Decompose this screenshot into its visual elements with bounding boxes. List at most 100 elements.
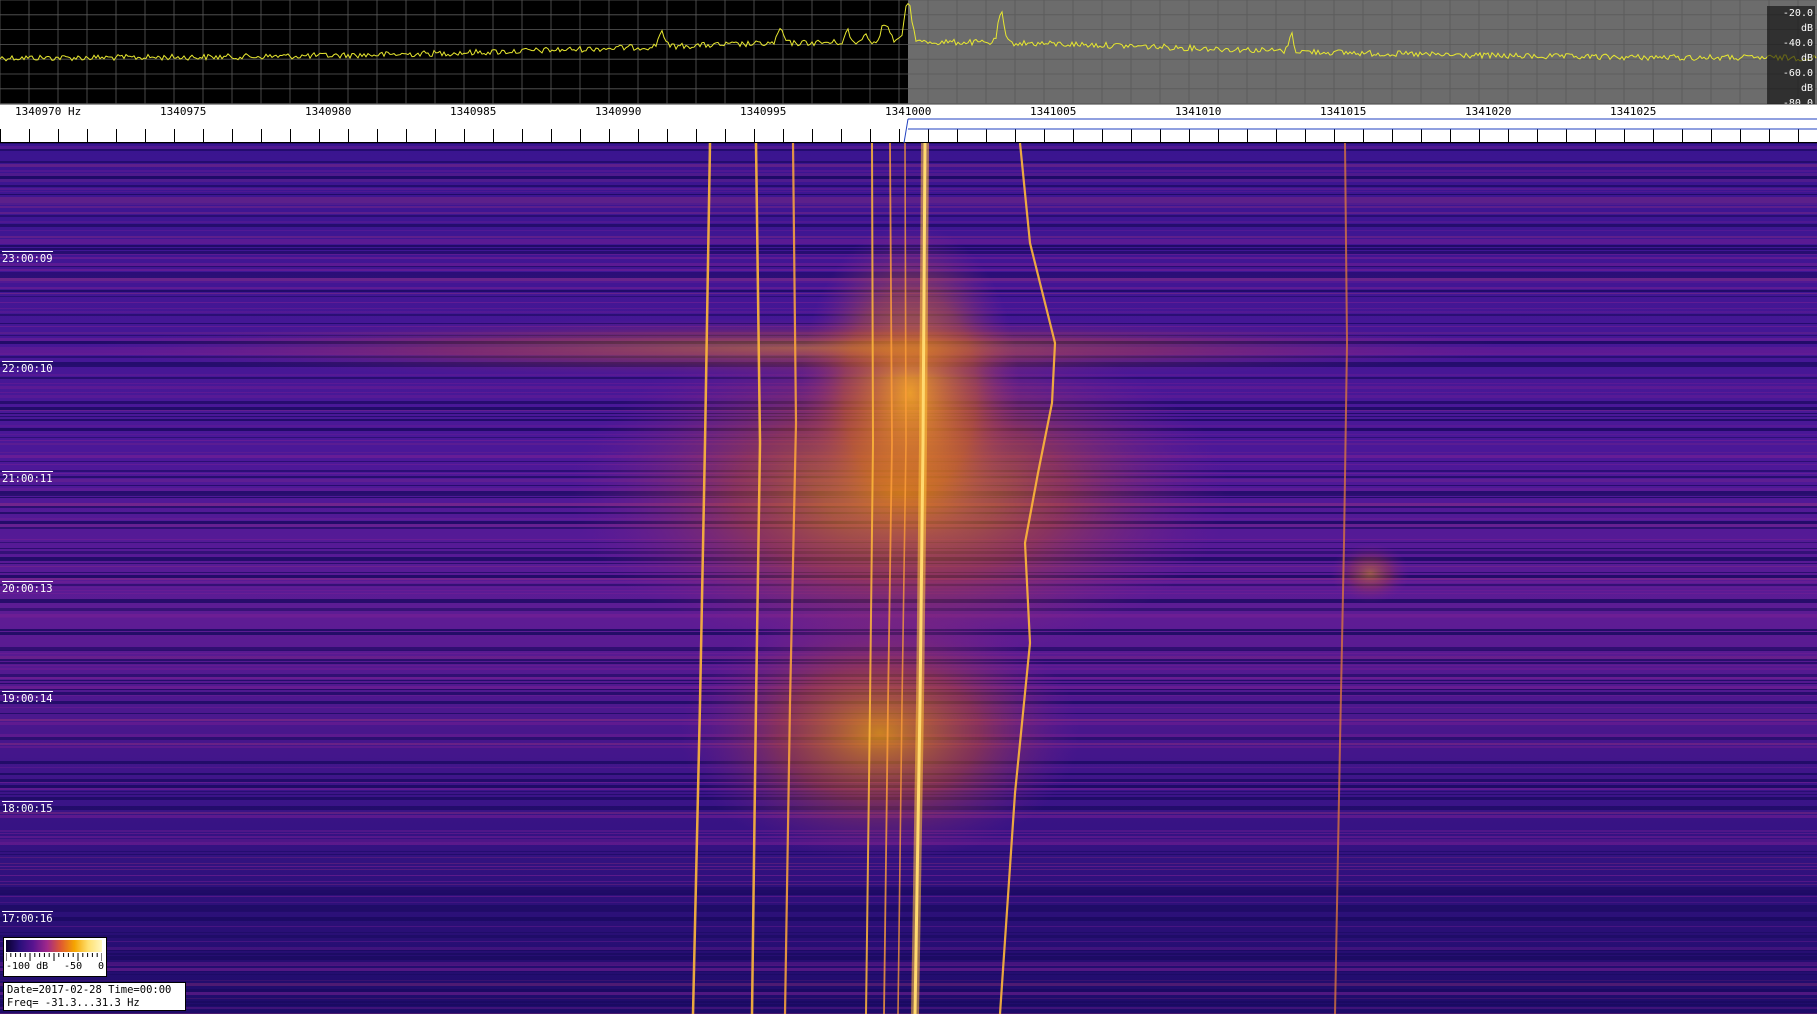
noise-band <box>0 935 1817 938</box>
frequency-label: 1340975 <box>160 105 207 118</box>
noise-band <box>0 194 1817 195</box>
noise-band <box>0 203 1817 205</box>
colorbar-label-mid: -50 <box>64 961 83 972</box>
spectrum-plot <box>0 0 1817 104</box>
frequency-label: 1340980 <box>305 105 352 118</box>
noise-band <box>0 932 1817 933</box>
noise-band <box>0 956 1817 959</box>
noise-band <box>0 953 1817 955</box>
noise-band <box>0 1001 1817 1003</box>
frequency-label: 1341025 <box>1610 105 1657 118</box>
noise-band <box>0 980 1817 981</box>
noise-band <box>0 206 1817 208</box>
info-box: Date=2017-02-28 Time=00:00 Freq= -31.3..… <box>3 982 186 1011</box>
noise-band <box>0 917 1817 920</box>
noise-band <box>0 968 1817 971</box>
info-date-time: Date=2017-02-28 Time=00:00 <box>7 984 172 996</box>
noise-band <box>0 164 1817 167</box>
frequency-label: 1340995 <box>740 105 787 118</box>
spectrum-trace <box>0 2 1817 62</box>
time-label: 22:00:10 <box>2 361 53 375</box>
frequency-axis: 1340970 Hz 1340975 1340980 1340985 1340990 13… <box>0 104 1817 143</box>
noise-band <box>0 149 1817 151</box>
frequency-label: 1340970 Hz <box>15 105 82 118</box>
noise-band <box>0 890 1817 893</box>
noise-band <box>0 989 1817 992</box>
noise-band <box>0 176 1817 179</box>
frequency-label: 1341020 <box>1465 105 1512 118</box>
noise-band <box>0 185 1817 187</box>
noise-band <box>0 875 1817 876</box>
noise-band <box>0 920 1817 921</box>
db-scale-label: -60.0 dB <box>1767 66 1815 96</box>
noise-band <box>0 983 1817 986</box>
waterfall-display[interactable]: 23:00:09 22:00:10 21:00:11 20:00:13 19:00:14… <box>0 143 1817 1014</box>
noise-band <box>0 893 1817 895</box>
noise-band <box>0 884 1817 885</box>
time-label: 23:00:09 <box>2 251 53 265</box>
noise-band <box>0 896 1817 897</box>
noise-band <box>0 143 1817 144</box>
frequency-label: 1340985 <box>450 105 497 118</box>
frequency-label: 1341005 <box>1030 105 1077 118</box>
noise-band <box>0 197 1817 200</box>
noise-band <box>0 998 1817 999</box>
noise-band <box>0 908 1817 911</box>
time-label: 20:00:13 <box>2 581 53 595</box>
colorbar-label-max: 0 <box>97 961 104 972</box>
passband-marker <box>903 118 909 143</box>
noise-band <box>0 950 1817 951</box>
db-scale-label: -20.0 dB <box>1767 6 1815 36</box>
noise-band <box>0 863 1817 864</box>
colorbar-label-min: -100 dB <box>6 961 49 972</box>
noise-band <box>0 971 1817 972</box>
spectrum-grid <box>0 0 1817 104</box>
noise-band <box>0 866 1817 867</box>
noise-band <box>0 191 1817 192</box>
noise-band <box>0 905 1817 908</box>
frequency-label: 1340990 <box>595 105 642 118</box>
time-label: 19:00:14 <box>2 691 53 705</box>
noise-band <box>0 221 1817 223</box>
noise-band <box>0 887 1817 890</box>
noise-band <box>0 974 1817 975</box>
noise-band <box>0 146 1817 149</box>
noise-band <box>0 881 1817 882</box>
noise-band <box>0 959 1817 960</box>
time-label: 21:00:11 <box>2 471 53 485</box>
noise-band <box>0 941 1817 942</box>
noise-band <box>0 962 1817 965</box>
colorbar-legend: -100 dB -50 0 <box>3 937 107 977</box>
noise-band <box>0 173 1817 176</box>
spectrum-panel[interactable]: -20.0 dB-40.0 dB-60.0 dB-80.0 dB- 100 dB… <box>0 0 1817 186</box>
noise-band <box>0 902 1817 903</box>
noise-band <box>0 179 1817 182</box>
time-label: 18:00:15 <box>2 801 53 815</box>
db-scale-label: -40.0 dB <box>1767 36 1815 66</box>
noise-band <box>0 911 1817 912</box>
colorbar-labels: -100 dB -50 0 <box>6 961 104 972</box>
waterfall-plot <box>0 143 1817 1014</box>
noise-band <box>0 161 1817 163</box>
noise-band <box>0 992 1817 995</box>
noise-band <box>0 926 1817 927</box>
noise-band <box>0 212 1817 214</box>
frequency-label: 1341015 <box>1320 105 1367 118</box>
noise-band <box>0 965 1817 966</box>
noise-band <box>0 947 1817 950</box>
colorbar-ticks <box>6 953 102 961</box>
noise-band <box>0 215 1817 217</box>
info-frequency-range: Freq= -31.3...31.3 Hz <box>7 997 140 1009</box>
colorbar-gradient <box>6 940 102 952</box>
frequency-label: 1341000 <box>885 105 932 118</box>
carrier-spread <box>800 223 1020 563</box>
noise-band <box>0 1007 1817 1009</box>
noise-band <box>0 188 1817 190</box>
noise-band <box>0 1004 1817 1006</box>
noise-band <box>0 869 1817 870</box>
noise-band <box>0 200 1817 203</box>
horizontal-streak <box>80 318 1520 378</box>
noise-band <box>0 170 1817 172</box>
frequency-label: 1341010 <box>1175 105 1222 118</box>
time-label: 17:00:16 <box>2 911 53 925</box>
